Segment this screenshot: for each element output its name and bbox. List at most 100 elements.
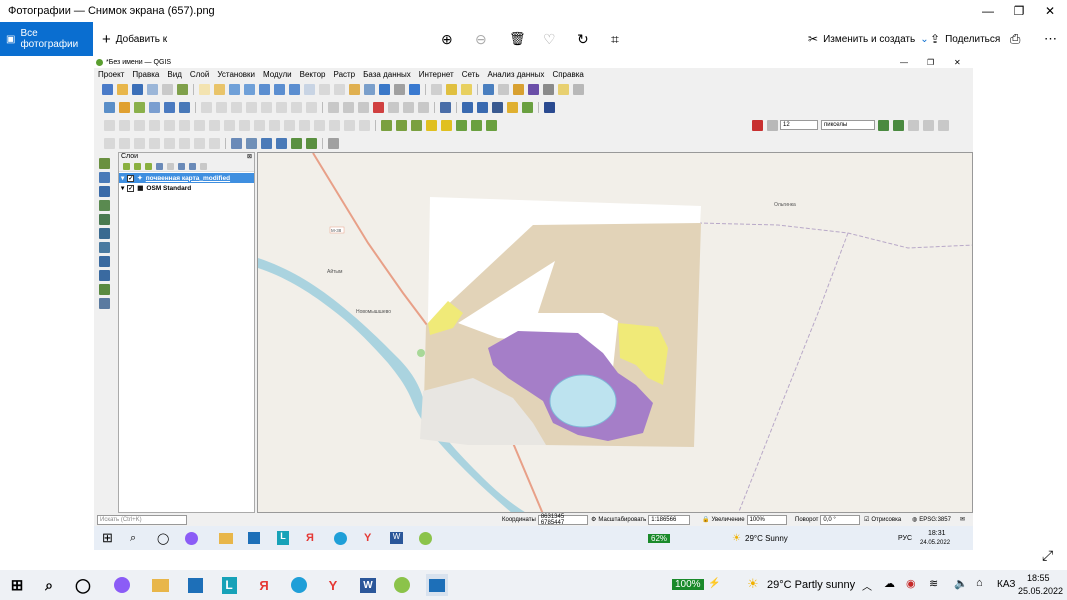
menu-web[interactable]: Интернет (419, 70, 454, 79)
layer-item[interactable]: ▾ ✓ ✦ почвенная карта_modified (119, 173, 254, 183)
crop-icon[interactable]: ⌗ (611, 22, 619, 56)
file-explorer-icon[interactable] (149, 574, 171, 596)
add-mesh-icon[interactable] (149, 101, 160, 113)
menu-edit[interactable]: Правка (132, 70, 159, 79)
add-raster-layer-icon[interactable] (99, 172, 110, 183)
open-project-icon[interactable] (117, 83, 128, 95)
menu-settings[interactable]: Установки (217, 70, 255, 79)
zoom-last-icon[interactable] (319, 83, 330, 95)
wifi-icon[interactable]: ≋ (929, 577, 938, 590)
add-wcs-icon[interactable] (99, 256, 110, 267)
zoom-out-icon[interactable]: ⊖ (475, 22, 487, 56)
add-to-button[interactable]: + Добавить к (102, 22, 167, 56)
save-project-icon[interactable] (132, 83, 143, 95)
settings-gear-icon[interactable] (513, 83, 524, 95)
tips-icon[interactable] (573, 83, 584, 95)
virtual-layer-icon[interactable] (99, 298, 110, 309)
yandex-browser-icon[interactable]: Y (322, 574, 344, 596)
rotate-icon[interactable]: ↻ (577, 22, 589, 56)
fullscreen-icon[interactable]: ⤢ (1042, 547, 1053, 564)
yandex-icon[interactable]: Я (253, 574, 275, 596)
menu-project[interactable]: Проект (98, 70, 124, 79)
zoom-selection-icon[interactable] (274, 83, 285, 95)
globe-icon[interactable] (462, 101, 473, 113)
menu-database[interactable]: База данных (363, 70, 411, 79)
crs-toggle-icon[interactable]: ⚙ (591, 516, 596, 523)
menu-plugins[interactable]: Модули (263, 70, 292, 79)
map-canvas[interactable]: М-38 Айтым Новомышшево Ольгинка (257, 152, 973, 513)
plugin-icon[interactable] (507, 101, 518, 113)
pan-to-selection-icon[interactable] (214, 83, 225, 95)
add-wfs-icon[interactable] (99, 270, 110, 281)
new-layout-icon[interactable] (147, 83, 158, 95)
coord-input[interactable]: 8631345 6785447 (537, 514, 588, 526)
network-icon[interactable]: ⌂ (976, 577, 983, 589)
all-photos-button[interactable]: ▣ Все фотографии (0, 22, 93, 56)
new-layer-icon[interactable] (99, 284, 110, 295)
zoom-in-map-icon[interactable] (229, 83, 240, 95)
menu-view[interactable]: Вид (167, 70, 181, 79)
battery-indicator[interactable]: 100% (672, 579, 704, 590)
menu-mesh[interactable]: Сеть (462, 70, 480, 79)
search-icon[interactable]: ⌕ (38, 574, 60, 596)
messages-icon[interactable]: ✉ (960, 516, 965, 523)
weather-text[interactable]: 29°C Partly sunny (767, 579, 855, 591)
render-checkbox[interactable]: ☑ (864, 516, 869, 523)
task-view-icon[interactable]: ◯ (72, 574, 94, 596)
select-features-icon[interactable] (446, 83, 457, 95)
identify-features-icon[interactable] (483, 83, 494, 95)
identify-icon[interactable] (431, 83, 442, 95)
close-panel-icon[interactable]: ⊠ (247, 153, 252, 160)
snapping-icon[interactable] (752, 119, 763, 131)
zoom-native-icon[interactable] (304, 83, 315, 95)
language-indicator[interactable]: КАЗ (997, 579, 1015, 590)
refresh-icon[interactable] (409, 83, 420, 95)
menu-help[interactable]: Справка (552, 70, 583, 79)
add-spatialite-icon[interactable] (99, 214, 110, 225)
qgis-minimize-button[interactable]: — (900, 58, 908, 67)
text-format-icon[interactable] (328, 137, 339, 149)
add-mesh-layer-icon[interactable] (99, 186, 110, 197)
add-raster-icon[interactable] (134, 101, 145, 113)
units-select[interactable]: пикселы (821, 120, 875, 130)
bookmark-icon[interactable] (379, 83, 390, 95)
minimize-button[interactable]: — (972, 0, 1004, 22)
database-icon[interactable] (440, 101, 451, 113)
rotation-input[interactable]: 0,0 ° (820, 514, 861, 525)
layer-checkbox[interactable]: ✓ (127, 174, 135, 182)
app-icon[interactable] (111, 574, 133, 596)
locator-search-input[interactable]: Искать (Ctrl+K) (97, 514, 187, 525)
text-annotation-icon[interactable] (231, 137, 242, 149)
python-icon[interactable] (544, 101, 555, 113)
scale-select[interactable]: 1:186566 (648, 514, 691, 525)
lock-icon[interactable]: 🔒 (702, 516, 709, 523)
clock-date[interactable]: 25.05.2022 (1018, 586, 1063, 596)
zoom-next-icon[interactable] (334, 83, 345, 95)
add-layer-icon[interactable] (104, 101, 115, 113)
new-3d-view-icon[interactable] (364, 83, 375, 95)
photos-icon[interactable] (426, 574, 448, 596)
favorite-icon[interactable]: ♡ (543, 22, 556, 56)
clock-time[interactable]: 18:55 (1027, 573, 1050, 583)
digitize-icon[interactable] (373, 101, 384, 113)
menu-processing[interactable]: Анализ данных (488, 70, 545, 79)
share-button[interactable]: ⇪ Поделиться (930, 22, 1000, 56)
wfs-icon[interactable] (492, 101, 503, 113)
add-vector-layer-icon[interactable] (99, 158, 110, 169)
print-icon[interactable]: ⎙ (1010, 22, 1020, 56)
store-icon[interactable] (184, 574, 206, 596)
add-postgis-icon[interactable] (99, 228, 110, 239)
annotation-icon[interactable] (558, 83, 569, 95)
zoom-layer-icon[interactable] (289, 83, 300, 95)
tolerance-input[interactable]: 12 (780, 120, 818, 130)
onedrive-icon[interactable]: ☁ (884, 577, 895, 590)
delete-icon[interactable]: 🗑 (509, 22, 526, 56)
qgis-close-button[interactable]: ✕ (954, 58, 961, 67)
qgis-icon[interactable] (391, 574, 413, 596)
plugin2-icon[interactable] (522, 101, 533, 113)
chevron-up-icon[interactable]: ︿ (862, 578, 872, 593)
more-icon[interactable]: ⋯ (1044, 22, 1057, 56)
sum-icon[interactable] (528, 83, 539, 95)
wms-icon[interactable] (477, 101, 488, 113)
word-icon[interactable]: W (357, 574, 379, 596)
